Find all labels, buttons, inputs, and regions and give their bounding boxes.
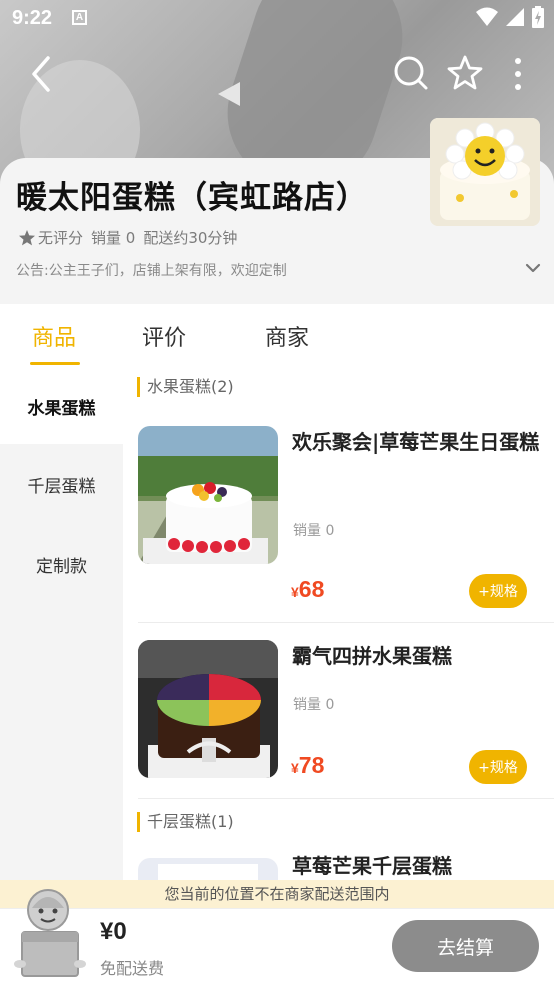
chevron-down-icon[interactable] bbox=[524, 262, 542, 274]
shop-notice: 公告:公主王子们，店铺上架有限，欢迎定制 bbox=[16, 263, 287, 279]
divider bbox=[138, 798, 554, 799]
product-image[interactable] bbox=[138, 640, 278, 778]
product-name: 草莓芒果千层蛋糕 bbox=[292, 854, 452, 878]
section-title: 水果蛋糕(2) bbox=[137, 377, 234, 397]
price-value: 68 bbox=[298, 576, 325, 602]
tab-active-indicator bbox=[30, 362, 80, 365]
wifi-icon bbox=[476, 7, 498, 26]
section-title: 千层蛋糕(1) bbox=[137, 812, 234, 832]
category-sidebar: 水果蛋糕 千层蛋糕 定制款 bbox=[0, 368, 123, 888]
fruit-cake-photo bbox=[138, 426, 278, 564]
select-spec-button[interactable]: +规格 bbox=[469, 750, 527, 784]
price-currency: ¥ bbox=[291, 760, 299, 776]
rating-text: 无评分 bbox=[38, 229, 84, 247]
status-bar: 9:22 A bbox=[0, 0, 554, 36]
search-icon[interactable] bbox=[393, 55, 429, 91]
delivery-fee: 免配送费 bbox=[100, 959, 165, 978]
banner-decoration bbox=[218, 82, 240, 106]
star-icon[interactable] bbox=[446, 54, 484, 92]
cart-total: ¥0 bbox=[100, 918, 127, 945]
shop-rating: 无评分 bbox=[18, 227, 83, 248]
signal-icon bbox=[506, 8, 524, 26]
divider bbox=[138, 622, 554, 623]
tab-goods[interactable]: 商品 bbox=[32, 320, 76, 352]
layer-cake-photo bbox=[138, 858, 278, 880]
four-fruit-cake-photo bbox=[138, 640, 278, 778]
status-time: 9:22 bbox=[12, 7, 53, 29]
product-sales: 销量 0 bbox=[293, 523, 335, 539]
notification-icon: A bbox=[72, 10, 87, 25]
delivery-time: 配送约30分钟 bbox=[143, 229, 238, 247]
product-price: ¥68 bbox=[291, 576, 324, 603]
shop-sales: 销量 0 bbox=[91, 229, 136, 247]
cake-logo-image bbox=[430, 118, 540, 226]
category-custom[interactable]: 定制款 bbox=[0, 526, 123, 602]
shop-meta: 无评分 销量 0 配送约30分钟 bbox=[18, 227, 237, 248]
product-image[interactable] bbox=[138, 858, 278, 880]
shop-logo bbox=[430, 118, 540, 226]
category-label: 定制款 bbox=[36, 556, 87, 577]
category-label: 千层蛋糕 bbox=[27, 476, 96, 497]
back-icon[interactable] bbox=[24, 54, 64, 94]
price-currency: ¥ bbox=[291, 584, 299, 600]
select-spec-button[interactable]: +规格 bbox=[469, 574, 527, 608]
shop-name: 暖太阳蛋糕（宾虹路店） bbox=[16, 180, 368, 216]
checkout-button[interactable]: 去结算 bbox=[392, 920, 539, 972]
product-name: 欢乐聚会|草莓芒果生日蛋糕 bbox=[292, 430, 540, 454]
tab-reviews[interactable]: 评价 bbox=[142, 320, 186, 352]
cart-icon[interactable] bbox=[10, 884, 86, 980]
product-image[interactable] bbox=[138, 426, 278, 564]
price-value: 78 bbox=[298, 752, 325, 778]
product-price: ¥78 bbox=[291, 752, 324, 779]
battery-icon bbox=[532, 6, 544, 28]
product-sales: 销量 0 bbox=[293, 697, 335, 713]
rating-star-icon bbox=[19, 229, 35, 245]
product-list[interactable]: 水果蛋糕(2) 欢乐聚会|草莓芒果生日蛋糕 销量 0 ¥68 +规格 霸气四拼水… bbox=[123, 368, 554, 880]
status-icons bbox=[476, 6, 544, 28]
category-layer-cake[interactable]: 千层蛋糕 bbox=[0, 446, 123, 522]
more-icon[interactable] bbox=[506, 56, 530, 92]
category-label: 水果蛋糕 bbox=[27, 398, 96, 419]
product-name: 霸气四拼水果蛋糕 bbox=[292, 644, 452, 668]
category-fruit-cake[interactable]: 水果蛋糕 bbox=[0, 368, 123, 444]
tab-bar: 商品 评价 商家 bbox=[0, 304, 554, 368]
tab-merchant[interactable]: 商家 bbox=[265, 320, 309, 352]
